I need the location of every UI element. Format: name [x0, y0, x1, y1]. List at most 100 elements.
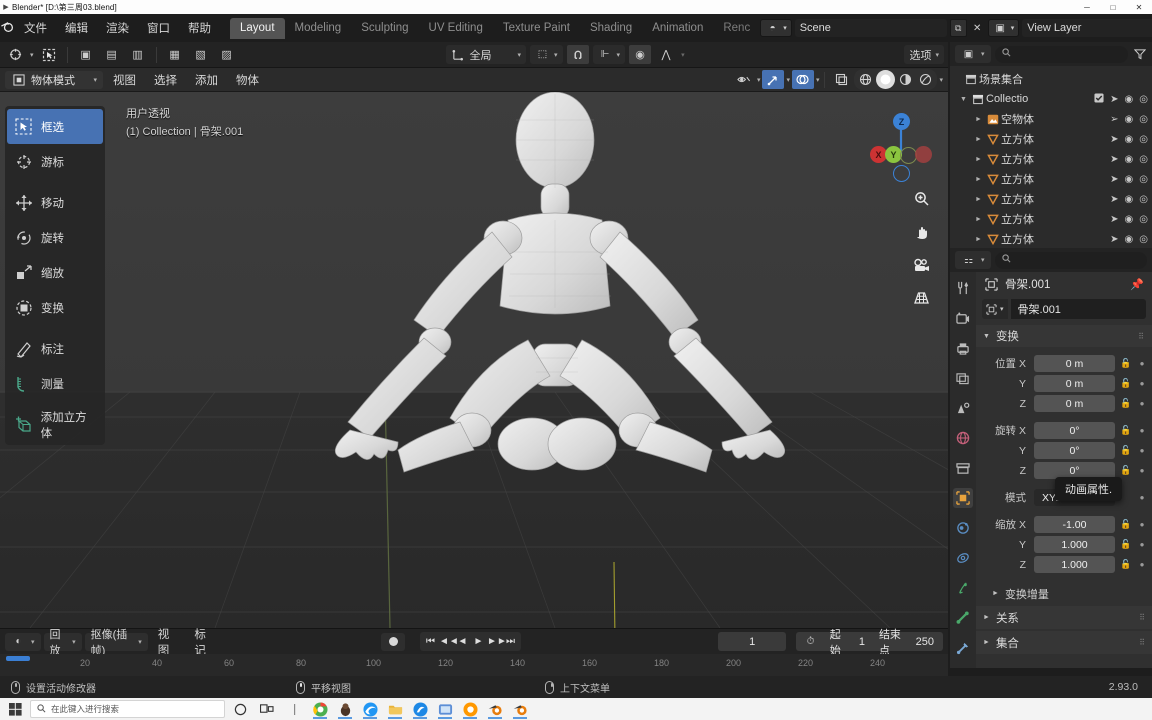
tool-rotate[interactable]: 旋转	[7, 220, 103, 255]
remove-scene-icon[interactable]: ✕	[970, 21, 985, 36]
xray-icon[interactable]	[830, 70, 852, 89]
outliner-row-mesh[interactable]: ► 立方体 ➤ ◉ ◎	[950, 149, 1152, 169]
render-camera-icon[interactable]: ◎	[1139, 94, 1148, 105]
window-close-button[interactable]: ✕	[1126, 3, 1152, 12]
selectable-cursor-icon[interactable]: ➢	[1110, 114, 1118, 125]
window-minimize-button[interactable]: ─	[1074, 3, 1100, 12]
expand-arrow-icon[interactable]: ►	[972, 216, 985, 223]
blender-logo-icon[interactable]	[0, 19, 15, 37]
windows-start-icon[interactable]	[3, 702, 27, 716]
tab-collection[interactable]	[953, 458, 973, 478]
tool-preset6-icon[interactable]: ▨	[216, 45, 238, 64]
shading-material-button[interactable]	[896, 70, 915, 89]
editor-type-icon[interactable]	[4, 45, 26, 64]
animate-dot-icon[interactable]: ●	[1137, 379, 1147, 388]
tab-modifiers[interactable]	[953, 518, 973, 538]
outliner-tree[interactable]: 场景集合 ▼ Collectio ➤ ◉ ◎ ► 空物体 ➢ ◉ ◎ ► 立方体…	[950, 66, 1152, 248]
tool-preset4-icon[interactable]: ▦	[164, 45, 186, 64]
scene-browse-dropdown[interactable]: ◓ ▾	[760, 19, 792, 37]
taskbar-app-edge[interactable]	[359, 699, 381, 719]
3d-viewport[interactable]: 用户透视 (1) Collection | 骨架.001 框选 游标 移动 旋转…	[0, 92, 948, 628]
tab-object[interactable]	[953, 488, 973, 508]
task-view-icon[interactable]	[255, 699, 279, 719]
overlays-icon[interactable]	[791, 70, 814, 89]
gizmo-arrow-icon[interactable]	[762, 70, 785, 89]
location-z-field[interactable]: 0 m	[1034, 395, 1115, 412]
selectable-cursor-icon[interactable]: ➤	[1110, 134, 1118, 145]
camera-view-button[interactable]	[910, 253, 933, 276]
taskbar-app-screenshot[interactable]	[434, 699, 456, 719]
tool-select-box[interactable]: 框选	[7, 109, 103, 144]
character-model[interactable]	[300, 92, 860, 512]
jump-end-button[interactable]: ⏭	[503, 636, 518, 647]
tool-preset5-icon[interactable]: ▧	[190, 45, 212, 64]
shading-solid-button[interactable]	[876, 70, 896, 89]
tab-constraints[interactable]	[953, 608, 973, 628]
unlock-icon[interactable]: 🔓	[1119, 559, 1133, 570]
unlock-icon[interactable]: 🔓	[1119, 539, 1133, 550]
viewport-options-dropdown[interactable]: 选项 ▾	[904, 45, 944, 64]
timeline-ruler[interactable]: 20 40 60 80 100 120 140 160 180 200 220 …	[0, 654, 948, 676]
expand-arrow-icon[interactable]: ►	[972, 196, 985, 203]
tab-rendering[interactable]: Renc	[713, 18, 760, 39]
visibility-eye-icon[interactable]	[733, 70, 755, 89]
outliner-row-mesh[interactable]: ► 立方体 ➤ ◉ ◎	[950, 189, 1152, 209]
tab-physics[interactable]	[953, 578, 973, 598]
tab-output[interactable]	[953, 338, 973, 358]
render-camera-icon[interactable]: ◎	[1139, 134, 1148, 145]
unlock-icon[interactable]: 🔓	[1119, 445, 1133, 456]
snapping-target-dropdown[interactable]: ⬚ ▾	[530, 45, 563, 64]
tab-uv-editing[interactable]: UV Editing	[419, 18, 493, 39]
jump-start-button[interactable]: ⏮	[423, 636, 438, 647]
properties-search-input[interactable]	[994, 251, 1147, 269]
render-camera-icon[interactable]: ◎	[1139, 194, 1148, 205]
taskbar-app-orange[interactable]	[459, 699, 481, 719]
tool-move[interactable]: 移动	[7, 185, 103, 220]
animate-dot-icon[interactable]: ●	[1137, 520, 1147, 529]
rotation-x-field[interactable]: 0°	[1034, 422, 1115, 439]
unlock-icon[interactable]: 🔓	[1119, 378, 1133, 389]
tab-animation[interactable]: Animation	[642, 18, 713, 39]
unlock-icon[interactable]: 🔓	[1119, 398, 1133, 409]
selectable-cursor-icon[interactable]: ➤	[1110, 94, 1118, 105]
visibility-eye-icon[interactable]: ◉	[1125, 174, 1134, 185]
rotation-y-field[interactable]: 0°	[1034, 442, 1115, 459]
tool-transform[interactable]: 变换	[7, 290, 103, 325]
scale-z-field[interactable]: 1.000	[1034, 556, 1115, 573]
tool-cursor[interactable]: 游标	[7, 144, 103, 179]
viewport-menu-view[interactable]: 视图	[105, 70, 144, 90]
menu-render[interactable]: 渲染	[97, 18, 138, 38]
menu-edit[interactable]: 编辑	[56, 18, 97, 38]
animate-dot-icon[interactable]: ●	[1137, 493, 1147, 502]
falloff-curve-icon[interactable]: ⋀	[655, 45, 677, 64]
interaction-mode-dropdown[interactable]: 物体模式 ▾	[5, 70, 103, 89]
select-box-icon[interactable]	[38, 45, 60, 64]
selectable-cursor-icon[interactable]: ➤	[1110, 174, 1118, 185]
start-frame-value[interactable]: 1	[859, 636, 865, 648]
visibility-eye-icon[interactable]: ◉	[1125, 94, 1134, 105]
next-keyframe-button[interactable]: ►►	[487, 636, 507, 647]
tab-sculpting[interactable]: Sculpting	[351, 18, 418, 39]
selectable-cursor-icon[interactable]: ➤	[1110, 154, 1118, 165]
tool-scale[interactable]: 缩放	[7, 255, 103, 290]
location-x-field[interactable]: 0 m	[1034, 355, 1115, 372]
outliner-row-empty[interactable]: ► 空物体 ➢ ◉ ◎	[950, 109, 1152, 129]
render-camera-icon[interactable]: ◎	[1139, 154, 1148, 165]
snap-magnet-icon[interactable]	[566, 45, 589, 64]
tool-annotate[interactable]: 标注	[7, 331, 103, 366]
taskbar-app-blue[interactable]	[409, 699, 431, 719]
tab-scene[interactable]	[953, 398, 973, 418]
cortana-circle-icon[interactable]	[228, 699, 252, 719]
visibility-eye-icon[interactable]: ◉	[1125, 214, 1134, 225]
animate-dot-icon[interactable]: ●	[1137, 446, 1147, 455]
window-maximize-button[interactable]: □	[1100, 3, 1126, 12]
animate-dot-icon[interactable]: ●	[1137, 466, 1147, 475]
menu-window[interactable]: 窗口	[138, 18, 179, 38]
unlock-icon[interactable]: 🔓	[1119, 358, 1133, 369]
proportional-editing-icon[interactable]: ◉	[629, 45, 652, 64]
delta-transform-subpanel[interactable]: ► 变换增量	[976, 583, 1152, 604]
outliner-editor-type-dropdown[interactable]: ▣ ▾	[955, 45, 991, 63]
object-data-browse-dropdown[interactable]: ▾	[982, 299, 1008, 319]
drag-handle-dots[interactable]: ⠿	[1139, 613, 1152, 622]
tool-preset2-icon[interactable]: ▤	[101, 45, 123, 64]
